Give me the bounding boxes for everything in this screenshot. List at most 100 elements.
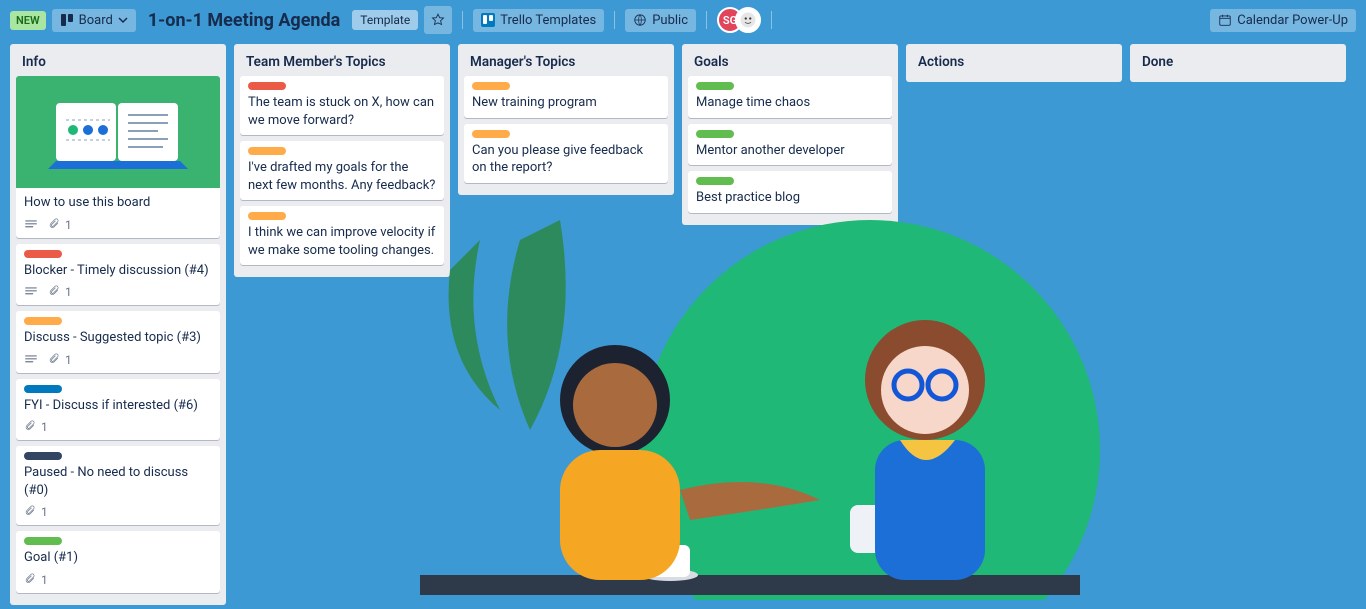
attachment-badge: 1	[48, 353, 72, 367]
list-header[interactable]: Info	[16, 50, 220, 76]
calendar-powerup-label: Calendar Power-Up	[1237, 13, 1348, 28]
card[interactable]: I think we can improve velocity if we ma…	[240, 206, 444, 265]
card[interactable]: Discuss - Suggested topic (#3) 1	[16, 311, 220, 373]
calendar-powerup-button[interactable]: Calendar Power-Up	[1210, 9, 1356, 32]
template-badge[interactable]: Template	[352, 10, 418, 30]
card-title: New training program	[472, 94, 660, 112]
divider	[462, 11, 463, 29]
card-label	[472, 82, 510, 90]
card-label	[696, 82, 734, 90]
card-title: Manage time chaos	[696, 94, 884, 112]
card[interactable]: How to use this board 1	[16, 76, 220, 238]
card-label	[24, 452, 62, 460]
list-header[interactable]: Actions	[912, 50, 1116, 76]
card-title: How to use this board	[24, 194, 212, 212]
card-title: I think we can improve velocity if we ma…	[248, 224, 436, 259]
card-title: Mentor another developer	[696, 142, 884, 160]
card-title: Blocker - Timely discussion (#4)	[24, 262, 212, 280]
list-header[interactable]: Goals	[688, 50, 892, 76]
cover-image	[38, 85, 198, 180]
attachment-icon	[48, 285, 62, 299]
card-label	[696, 130, 734, 138]
card[interactable]: Manage time chaos	[688, 76, 892, 118]
trello-icon	[481, 13, 495, 27]
attachment-icon	[48, 353, 62, 367]
member-avatar[interactable]	[735, 7, 761, 33]
divider	[614, 11, 615, 29]
card[interactable]: Blocker - Timely discussion (#4) 1	[16, 244, 220, 306]
card[interactable]: New training program	[464, 76, 668, 118]
card-title: Can you please give feedback on the repo…	[472, 142, 660, 177]
taco-icon	[739, 11, 757, 29]
visibility-button[interactable]: Public	[625, 9, 696, 32]
card-label	[24, 385, 62, 393]
description-icon	[24, 285, 38, 299]
new-badge: NEW	[10, 11, 46, 30]
card-title: The team is stuck on X, how can we move …	[248, 94, 436, 129]
card-label	[248, 212, 286, 220]
attachment-icon	[48, 218, 62, 232]
list: Done	[1130, 44, 1346, 82]
card[interactable]: Best practice blog	[688, 171, 892, 213]
attachment-icon	[24, 505, 38, 519]
list-header[interactable]: Manager's Topics	[464, 50, 668, 76]
card-label	[24, 317, 62, 325]
list-header[interactable]: Team Member's Topics	[240, 50, 444, 76]
attachment-badge: 1	[48, 285, 72, 299]
card[interactable]: FYI - Discuss if interested (#6) 1	[16, 379, 220, 441]
card-label	[472, 130, 510, 138]
card-label	[24, 250, 62, 258]
list: Team Member's Topics The team is stuck on…	[234, 44, 450, 277]
board-header: NEW Board 1-on-1 Meeting Agenda Template…	[0, 0, 1366, 40]
list: Goals Manage time chaos Mentor another dev…	[682, 44, 898, 225]
trello-templates-link[interactable]: Trello Templates	[473, 9, 604, 32]
attachment-badge: 1	[24, 573, 48, 587]
chevron-down-icon	[118, 15, 128, 25]
card[interactable]: The team is stuck on X, how can we move …	[240, 76, 444, 135]
board-title[interactable]: 1-on-1 Meeting Agenda	[148, 10, 340, 31]
card-title: Discuss - Suggested topic (#3)	[24, 329, 212, 347]
board-canvas: InfoHow to use this board 1Blocker - Tim…	[0, 40, 1366, 609]
card[interactable]: Can you please give feedback on the repo…	[464, 124, 668, 183]
divider	[771, 11, 772, 29]
card-badges: 1	[24, 505, 212, 519]
board-view-switcher[interactable]: Board	[52, 9, 136, 32]
description-badge	[24, 218, 38, 232]
card-title: FYI - Discuss if interested (#6)	[24, 397, 212, 415]
description-icon	[24, 218, 38, 232]
list: Actions	[906, 44, 1122, 82]
card-label	[248, 147, 286, 155]
card[interactable]: Paused - No need to discuss (#0) 1	[16, 446, 220, 525]
divider	[706, 11, 707, 29]
globe-icon	[633, 13, 647, 27]
card[interactable]: Goal (#1) 1	[16, 531, 220, 593]
star-button[interactable]	[424, 6, 452, 34]
attachment-icon	[24, 420, 38, 434]
card-badges: 1	[24, 285, 212, 299]
card-badges: 1	[24, 353, 212, 367]
card-cover	[16, 76, 220, 188]
trello-templates-label: Trello Templates	[500, 13, 596, 28]
card-badges: 1	[24, 218, 212, 232]
card-badges: 1	[24, 573, 212, 587]
star-icon	[431, 13, 445, 27]
description-badge	[24, 285, 38, 299]
attachment-badge: 1	[24, 505, 48, 519]
calendar-icon	[1218, 13, 1232, 27]
card[interactable]: Mentor another developer	[688, 124, 892, 166]
attachment-badge: 1	[48, 218, 72, 232]
board-icon	[60, 13, 74, 27]
description-icon	[24, 353, 38, 367]
card-label	[248, 82, 286, 90]
list-header[interactable]: Done	[1136, 50, 1340, 76]
description-badge	[24, 353, 38, 367]
attachment-badge: 1	[24, 420, 48, 434]
card-title: Paused - No need to discuss (#0)	[24, 464, 212, 499]
card[interactable]: I've drafted my goals for the next few m…	[240, 141, 444, 200]
card-title: I've drafted my goals for the next few m…	[248, 159, 436, 194]
card-title: Best practice blog	[696, 189, 884, 207]
list: InfoHow to use this board 1Blocker - Tim…	[10, 44, 226, 605]
card-label	[696, 177, 734, 185]
list: Manager's Topics New training program Can …	[458, 44, 674, 195]
card-badges: 1	[24, 420, 212, 434]
